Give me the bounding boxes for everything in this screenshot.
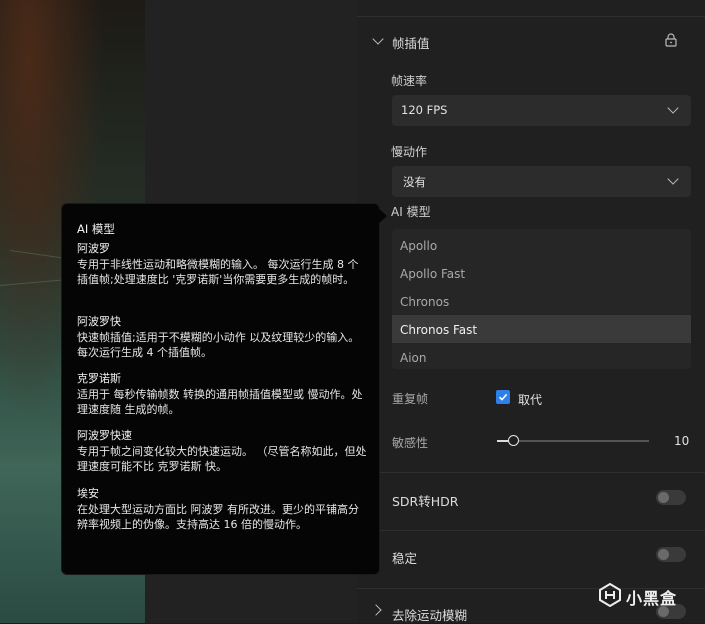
ai-model-list[interactable]: Apollo Apollo Fast Chronos Chronos Fast … [392,229,691,369]
tooltip-arrow [378,208,387,224]
sdr-hdr-toggle[interactable] [656,490,686,505]
section-title-deblur[interactable]: 去除运动模糊 [392,605,467,624]
sensitivity-value: 10 [674,434,690,448]
duplicate-frames-label: 重复帧 [392,392,429,406]
slowmo-value: 没有 [403,175,426,189]
watermark: 小黑盒 [598,582,698,608]
section-divider [357,530,705,531]
model-option-aion[interactable]: Aion [392,343,691,369]
section-divider [357,472,705,473]
tooltip-chronos-desc: 适用于 每秒传输帧数 转换的通用帧插值模型或 慢动作。处理速度随 生成的帧。 [77,387,363,417]
frame-rate-label: 帧速率 [391,74,428,88]
panel-divider [357,16,705,17]
tooltip-chronos-fast-desc: 专用于帧之间变化较大的快速运动。 （尽管名称如此，但处理速度可能不比 克罗诺斯 … [77,444,367,474]
sensitivity-label: 敏感性 [392,436,429,450]
lock-icon[interactable] [665,33,677,47]
watermark-text: 小黑盒 [626,589,678,608]
model-option-apollo[interactable]: Apollo [392,231,691,259]
model-option-apollo-fast[interactable]: Apollo Fast [392,259,691,287]
replace-checkbox[interactable] [496,390,510,404]
slowmo-label: 慢动作 [391,145,428,159]
tooltip-aion: 埃安 在处理大型运动方面比 阿波罗 有所改进。更少的平铺高分辨率视频上的伪像。支… [77,486,367,533]
model-option-chronos-fast[interactable]: Chronos Fast [392,315,691,343]
tooltip-apollo-fast-title: 阿波罗快 [77,315,121,328]
model-option-chronos[interactable]: Chronos [392,287,691,315]
frame-rate-value: 120 FPS [401,103,448,117]
tooltip-aion-desc: 在处理大型运动方面比 阿波罗 有所改进。更少的平铺高分辨率视频上的伪像。支持高达… [77,502,359,532]
tooltip-apollo-desc: 专用于非线性运动和略微模糊的输入。 每次运行生成 8 个插值帧;处理速度比 '克… [77,257,359,287]
section-title-stabilize[interactable]: 稳定 [392,548,417,567]
sensitivity-slider-thumb[interactable] [508,435,519,446]
tooltip-chronos-fast: 阿波罗快速 专用于帧之间变化较大的快速运动。 （尽管名称如此，但处理速度可能不比… [77,428,367,475]
tooltip-chronos-title: 克罗诺斯 [77,372,121,385]
replace-label: 取代 [518,393,543,407]
tooltip-apollo-fast-desc: 快速帧插值;适用于不模糊的小动作 以及纹理较少的输入。每次运行生成 4 个插值帧… [77,330,360,360]
tooltip-title: AI 模型 [77,222,115,236]
tooltip-apollo-title: 阿波罗 [77,242,110,255]
check-icon [498,393,508,401]
chevron-down-icon [667,173,679,185]
tooltip-apollo: 阿波罗 专用于非线性运动和略微模糊的输入。 每次运行生成 8 个插值帧;处理速度… [77,241,367,288]
sensitivity-slider-track[interactable] [497,440,649,442]
chevron-down-icon [667,102,679,114]
tooltip-apollo-fast: 阿波罗快 快速帧插值;适用于不模糊的小动作 以及纹理较少的输入。每次运行生成 4… [77,314,367,361]
ai-model-tooltip: AI 模型 阿波罗 专用于非线性运动和略微模糊的输入。 每次运行生成 8 个插值… [61,203,387,575]
tooltip-aion-title: 埃安 [77,487,99,500]
frame-rate-select[interactable]: 120 FPS [392,95,691,126]
section-title-sdr-hdr[interactable]: SDR转HDR [392,491,458,510]
slowmo-select[interactable]: 没有 [392,166,691,197]
section-title-frame-interp[interactable]: 帧插值 [392,33,430,52]
tooltip-chronos: 克罗诺斯 适用于 每秒传输帧数 转换的通用帧插值模型或 慢动作。处理速度随 生成… [77,371,367,418]
ai-model-label: AI 模型 [391,205,431,219]
heybox-logo-icon [599,583,621,607]
tooltip-chronos-fast-title: 阿波罗快速 [77,429,132,442]
stabilize-toggle[interactable] [656,547,686,562]
